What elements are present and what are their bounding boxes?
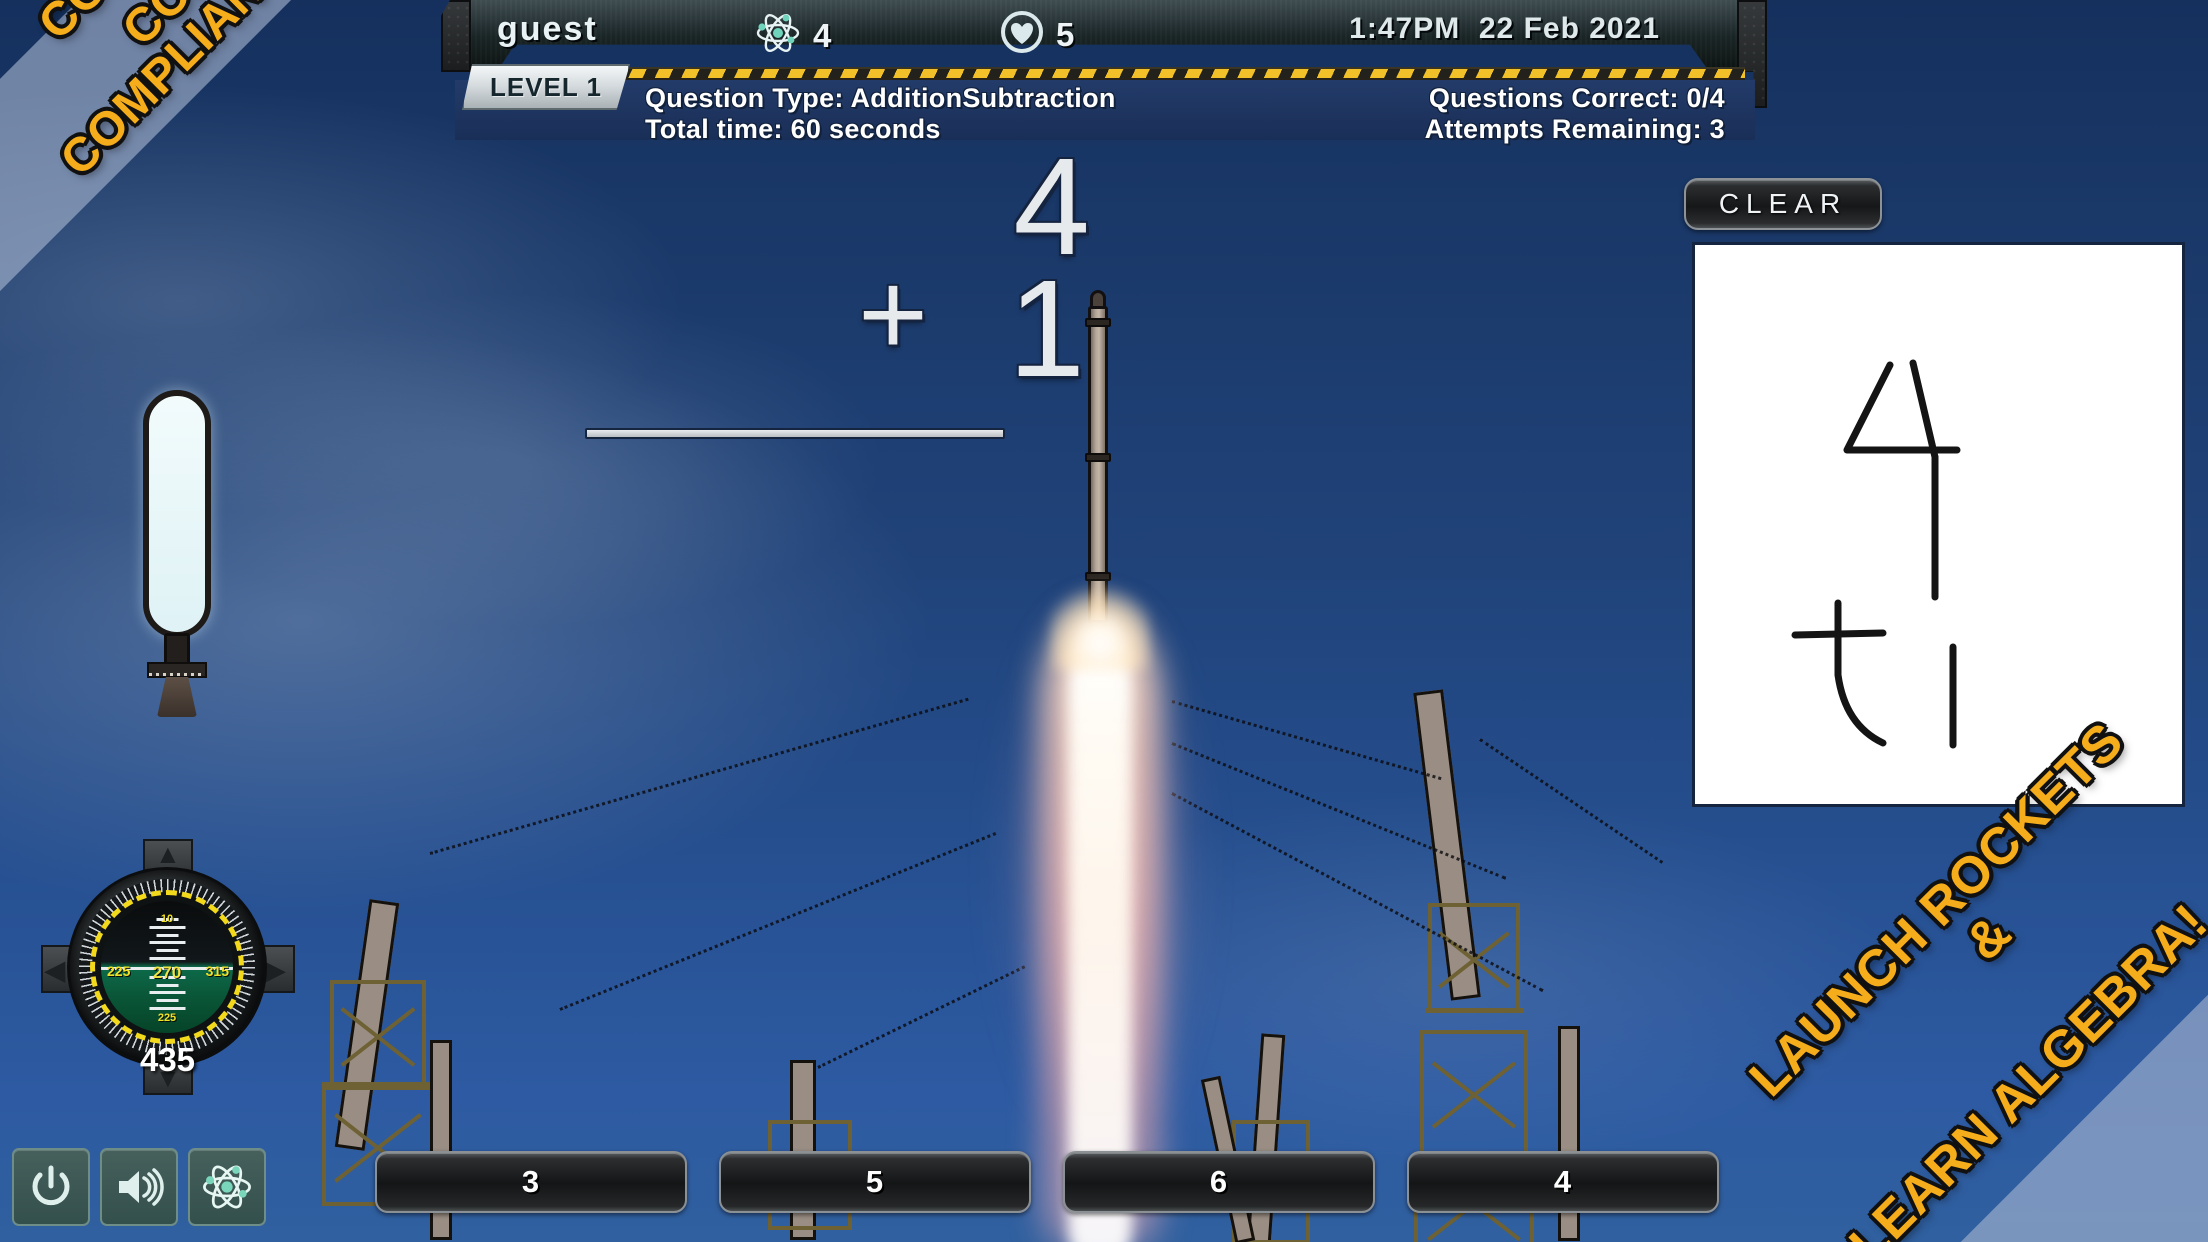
fuel-base [157,677,197,717]
answer-button-row: 3 5 6 4 [375,1151,1719,1213]
answer-button-3[interactable]: 6 [1063,1151,1375,1213]
sound-button[interactable] [100,1148,178,1226]
heart-icon [1000,10,1044,59]
science-count: 4 [813,16,833,54]
sound-icon [113,1163,165,1211]
fuel-collar [147,662,207,678]
game-screen: ▲ ▼ ◀ ▶ 225 270 315 10 225 435 4 + 1 gue… [0,0,2208,1242]
equation-display: 4 + 1 [585,138,1110,550]
altitude-readout: 435 [139,1041,196,1078]
answer-button-4[interactable]: 4 [1407,1151,1719,1213]
question-info-right: Questions Correct: 0/4 Attempts Remainin… [1425,83,1725,145]
rocket-stage-ring [1085,572,1111,581]
answer-label: 5 [865,1164,885,1199]
equation-rule-line [585,428,1005,439]
handwriting-stroke [1843,361,1961,454]
handwriting-strokes [1791,359,2071,921]
username-label: guest [497,10,598,48]
adi-pitch-top: 10 [160,912,174,925]
answer-button-2[interactable]: 5 [719,1151,1031,1213]
adi-heading-left: 225 [107,963,131,980]
system-button-bar [12,1148,266,1226]
science-points: 4 [755,10,832,61]
fuel-tank-level [143,390,211,638]
answer-label: 4 [1553,1164,1573,1199]
lives-counter: 5 [1000,10,1075,59]
handwriting-stroke [1909,359,1939,461]
level-badge: LEVEL 1 [462,64,630,110]
clock-date: 22 Feb 2021 [1478,12,1660,45]
adi-pitch-bottom: 225 [157,1011,177,1024]
science-button[interactable] [188,1148,266,1226]
question-info-left: Question Type: AdditionSubtraction Total… [645,83,1116,145]
lives-count: 5 [1056,15,1076,53]
power-icon [26,1162,76,1212]
top-hud-bar: guest 4 5 1:47PM 22 Feb 2021 [441,0,1767,108]
clear-button[interactable]: CLEAR [1684,178,1882,230]
atom-icon [201,1161,253,1213]
answer-button-1[interactable]: 3 [375,1151,687,1213]
attitude-indicator: ▲ ▼ ◀ ▶ 225 270 315 10 225 435 [41,839,295,1095]
atom-icon [755,10,801,61]
adi-bezel: 225 270 315 10 225 [67,867,267,1067]
hazard-stripe-divider [500,67,1745,80]
adi-horizon-ball: 225 270 315 10 225 [101,901,233,1033]
attempts-remaining-label: Attempts Remaining: 3 [1424,114,1725,144]
adi-heading-right: 315 [205,963,229,980]
question-type-label: Question Type: AdditionSubtraction [645,83,1116,113]
clock-time: 1:47PM [1349,12,1461,45]
adi-heading-center: 270 [152,963,182,983]
equation-operand-b: 1 [1008,252,1085,406]
rocket-engine [1089,620,1107,632]
power-button[interactable] [12,1148,90,1226]
clock-datetime: 1:47PM 22 Feb 2021 [1349,12,1660,46]
level-label: LEVEL 1 [489,71,602,102]
questions-correct-label: Questions Correct: 0/4 [1428,83,1725,113]
answer-label: 3 [521,1164,541,1199]
equation-operator: + [858,247,929,381]
handwriting-stroke [1834,599,1887,747]
handwriting-canvas[interactable] [1692,242,2185,921]
clear-button-label: CLEAR [1718,188,1848,219]
hud-bracket-left [441,0,471,72]
total-time-label: Total time: 60 seconds [645,114,941,144]
fuel-gauge [135,390,230,720]
question-info-panel: Question Type: AdditionSubtraction Total… [455,80,1755,144]
answer-label: 6 [1209,1164,1229,1199]
